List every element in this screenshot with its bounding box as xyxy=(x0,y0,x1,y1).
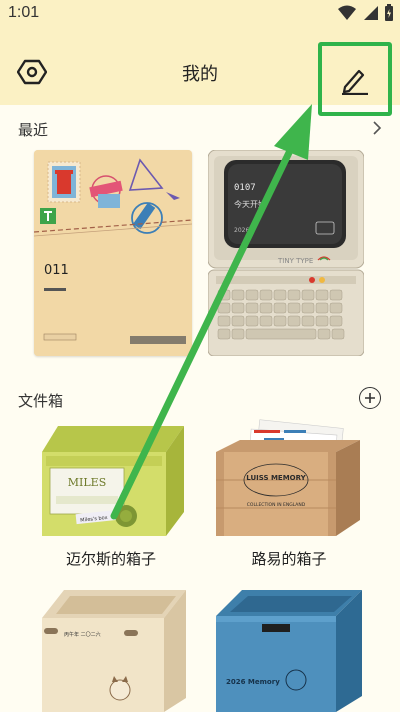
pointer-arrow xyxy=(110,104,312,520)
